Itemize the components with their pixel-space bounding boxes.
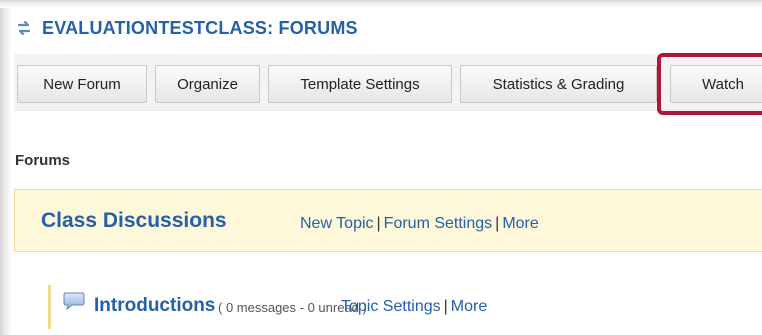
page-header: EVALUATIONTESTCLASS: FORUMS <box>14 16 358 40</box>
forum-toolbar: New Forum Organize Template Settings Sta… <box>14 54 762 111</box>
left-edge-shadow <box>0 0 12 335</box>
forums-page: EVALUATIONTESTCLASS: FORUMS New Forum Or… <box>14 8 762 335</box>
forum-actions: New Topic | Forum Settings | More <box>300 215 539 233</box>
forum-title-link[interactable]: Class Discussions <box>41 209 227 233</box>
template-settings-button[interactable]: Template Settings <box>268 65 452 103</box>
statistics-grading-button[interactable]: Statistics & Grading <box>460 65 657 103</box>
topic-row: Introductions ( 0 messages - 0 unread ) … <box>48 285 487 329</box>
page-title: EVALUATIONTESTCLASS: FORUMS <box>42 17 358 38</box>
topic-actions: Topic Settings | More <box>341 298 487 316</box>
chat-bubble-icon <box>63 291 85 311</box>
forum-row: Class Discussions New Topic | Forum Settin… <box>14 189 762 252</box>
topic-title-link[interactable]: Introductions <box>94 295 215 317</box>
sync-arrows-icon[interactable] <box>16 20 32 36</box>
forum-settings-link[interactable]: Forum Settings <box>384 215 492 232</box>
link-separator: | <box>443 298 448 315</box>
link-separator: | <box>376 215 381 232</box>
link-separator: | <box>495 215 500 232</box>
watch-highlight-box <box>657 53 762 115</box>
organize-button[interactable]: Organize <box>155 65 260 103</box>
screenshot-frame: EVALUATIONTESTCLASS: FORUMS New Forum Or… <box>0 0 762 335</box>
topic-settings-link[interactable]: Topic Settings <box>341 298 441 315</box>
new-topic-link[interactable]: New Topic <box>300 215 374 232</box>
section-heading: Forums <box>15 152 71 169</box>
forum-more-link[interactable]: More <box>502 215 538 232</box>
new-forum-button[interactable]: New Forum <box>17 65 147 103</box>
topic-more-link[interactable]: More <box>451 298 487 315</box>
top-edge-shadow <box>0 0 762 8</box>
